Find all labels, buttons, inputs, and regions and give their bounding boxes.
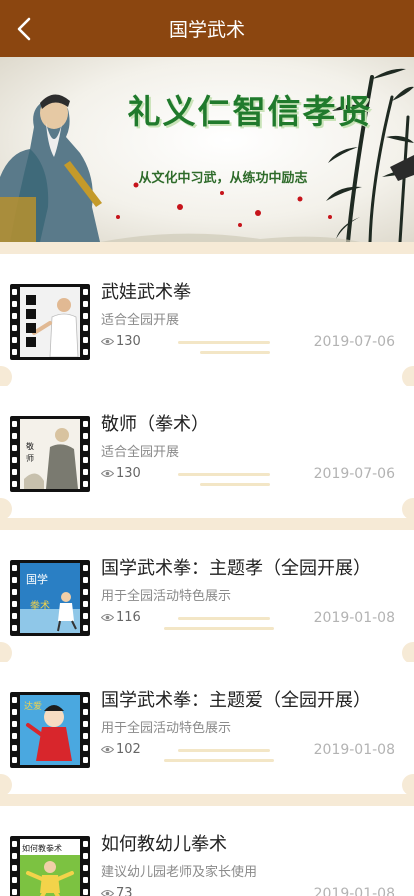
svg-text:敬: 敬: [26, 441, 34, 451]
item-description: 用于全园活动特色展示: [101, 589, 232, 604]
list-item[interactable]: 国学 拳术 国学武术拳：主题孝（全园开展） 用于全园活动特色展示 116 201…: [0, 530, 414, 664]
decorative-line: [200, 351, 270, 354]
item-date: 2019-01-08: [313, 886, 395, 896]
banner-subtitle: 从文化中习武，从练功中励志: [138, 171, 308, 186]
banner-image: 礼义仁智信孝贤 从文化中习武，从练功中励志: [0, 57, 414, 242]
view-count: 102: [101, 740, 141, 758]
svg-text:拳术: 拳术: [30, 599, 50, 612]
view-count: 130: [101, 464, 141, 482]
list-item[interactable]: 如何教拳术 如何教幼儿拳术 建议幼儿园老师及家长使用 73 2019-01-08: [0, 806, 414, 896]
decorative-line: [200, 483, 270, 486]
decorative-line: [178, 341, 270, 344]
decorative-line: [178, 617, 270, 620]
item-date: 2019-07-06: [313, 334, 395, 350]
film-thumbnail: 国学 拳术: [10, 560, 90, 636]
view-count-value: 73: [116, 885, 133, 896]
decorative-line: [164, 759, 274, 762]
item-date: 2019-01-08: [313, 742, 395, 758]
view-count-value: 116: [116, 609, 141, 625]
view-count-value: 130: [116, 465, 141, 481]
video-list: 武娃武术拳 适合全园开展 130 2019-07-06 敬 师 敬师（拳术） 适…: [0, 242, 414, 896]
eye-icon: [101, 745, 114, 753]
item-description: 适合全园开展: [101, 445, 180, 460]
teacher-thumbnail-image: 敬 师: [20, 419, 80, 489]
list-item[interactable]: 武娃武术拳 适合全园开展 130 2019-07-06: [0, 254, 414, 388]
eye-icon: [101, 337, 114, 345]
film-thumbnail: 敬 师: [10, 416, 90, 492]
divider: [0, 794, 414, 806]
item-description: 适合全园开展: [101, 313, 180, 328]
svg-text:国学: 国学: [26, 572, 48, 586]
item-description: 建议幼儿园老师及家长使用: [101, 865, 258, 880]
item-description: 用于全园活动特色展示: [101, 721, 232, 736]
martial-artist-thumbnail-image: [20, 287, 80, 357]
eye-icon: [101, 469, 114, 477]
item-date: 2019-01-08: [313, 610, 395, 626]
list-item[interactable]: 达爱 国学武术拳：主题爱（全园开展） 用于全园活动特色展示 102 2019-0…: [0, 662, 414, 796]
view-count-value: 130: [116, 333, 141, 349]
item-title: 国学武术拳：主题爱（全园开展）: [101, 690, 371, 711]
decorative-line: [164, 627, 274, 630]
cartoon-child-thumbnail-image: 达爱: [20, 695, 80, 765]
navbar: 国学武术: [0, 0, 414, 57]
film-thumbnail: [10, 284, 90, 360]
film-thumbnail: 达爱: [10, 692, 90, 768]
list-item[interactable]: 敬 师 敬师（拳术） 适合全园开展 130 2019-07-06: [0, 386, 414, 520]
item-title: 敬师（拳术）: [101, 414, 209, 435]
svg-text:师: 师: [26, 453, 34, 463]
svg-text:如何教拳术: 如何教拳术: [22, 843, 62, 853]
eye-icon: [101, 613, 114, 621]
page-title: 国学武术: [168, 19, 245, 41]
kids-kungfu-thumbnail-image: 如何教拳术: [20, 839, 80, 896]
film-thumbnail: 如何教拳术: [10, 836, 90, 896]
eye-icon: [101, 889, 114, 896]
view-count: 130: [101, 332, 141, 350]
item-title: 如何教幼儿拳术: [101, 834, 227, 855]
item-title: 国学武术拳：主题孝（全园开展）: [101, 558, 371, 579]
divider: [0, 242, 414, 254]
view-count: 116: [101, 608, 141, 626]
banner-motto: 礼义仁智信孝贤: [127, 92, 373, 131]
item-date: 2019-07-06: [313, 466, 395, 482]
view-count-value: 102: [116, 741, 141, 757]
guoxue-thumbnail-image: 国学 拳术: [20, 563, 80, 633]
item-title: 武娃武术拳: [101, 282, 191, 303]
decorative-line: [178, 473, 270, 476]
view-count: 73: [101, 884, 133, 896]
svg-text:达爱: 达爱: [24, 700, 42, 712]
divider: [0, 518, 414, 530]
decorative-line: [178, 749, 270, 752]
